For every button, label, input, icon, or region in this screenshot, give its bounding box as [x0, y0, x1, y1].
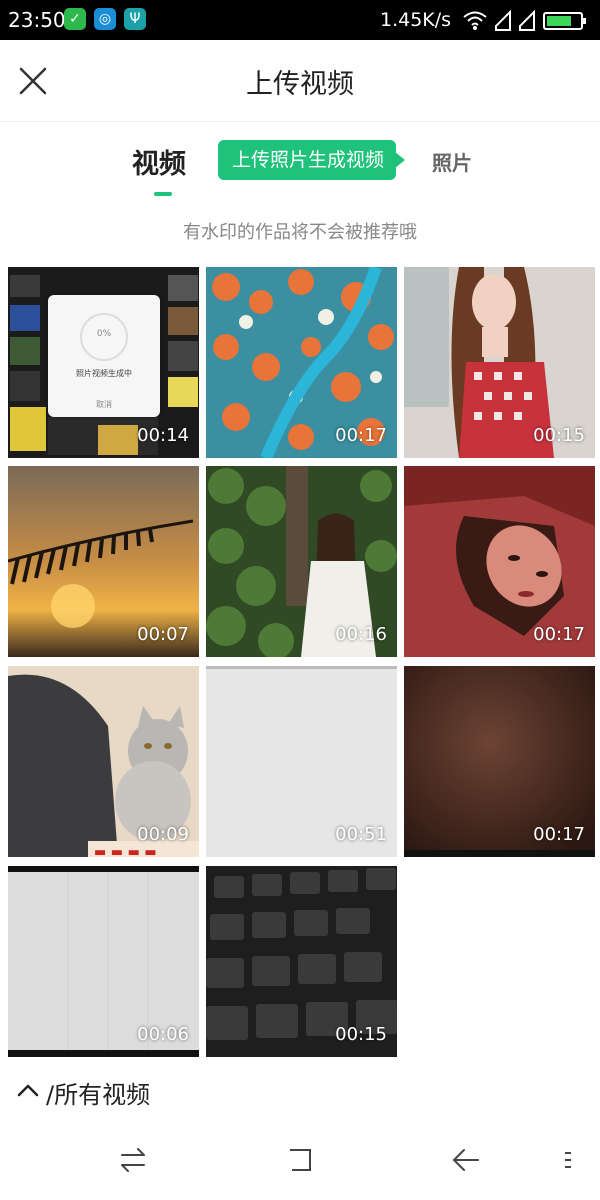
video-duration: 00:09	[137, 824, 189, 845]
svg-text:▬ ▬ ▬ ▬: ▬ ▬ ▬ ▬	[94, 845, 157, 857]
video-duration: 00:15	[335, 1024, 387, 1045]
video-duration: 00:06	[137, 1024, 189, 1045]
progress-ring: 0%	[80, 313, 128, 361]
wifi-icon	[463, 11, 487, 26]
upload-photo-badge[interactable]: 上传照片生成视频	[218, 140, 406, 180]
tab-video[interactable]: 视频	[132, 142, 186, 181]
status-time: 23:50	[8, 8, 66, 32]
video-tile[interactable]: 00:15	[404, 267, 595, 458]
video-tile[interactable]: 00:06	[8, 866, 199, 1057]
video-tile[interactable]: 0% 照片视频生成中 取消 00:14	[8, 267, 199, 458]
usb-icon: Ψ	[124, 8, 146, 30]
video-duration: 00:51	[335, 824, 387, 845]
battery-icon	[543, 12, 586, 30]
video-duration: 00:17	[335, 425, 387, 446]
video-tile[interactable]: 00:17	[404, 466, 595, 657]
back-icon[interactable]	[450, 1144, 482, 1176]
video-duration: 00:17	[533, 624, 585, 645]
progress-dialog: 0% 照片视频生成中 取消	[48, 295, 160, 417]
video-duration: 00:16	[335, 624, 387, 645]
video-tile[interactable]: 00:51	[206, 666, 397, 857]
signal-icon	[495, 9, 511, 31]
status-icons	[463, 9, 586, 31]
tab-indicator	[154, 192, 172, 196]
video-tile[interactable]: ▬ ▬ ▬ ▬ 00:09	[8, 666, 199, 857]
video-tile[interactable]: 00:07	[8, 466, 199, 657]
menu-icon[interactable]	[552, 1144, 584, 1176]
top-bar: 上传视频	[0, 40, 600, 122]
page-title: 上传视频	[246, 69, 354, 100]
video-tile[interactable]: 00:16	[206, 466, 397, 657]
video-tile[interactable]: 00:17	[404, 666, 595, 857]
home-icon[interactable]	[284, 1144, 316, 1176]
wechat-icon: ✓	[64, 8, 86, 30]
nav-bar	[0, 1120, 600, 1200]
progress-percent: 0%	[96, 329, 112, 339]
album-filter-label: /所有视频	[46, 1081, 151, 1109]
video-duration: 00:15	[533, 425, 585, 446]
video-tile[interactable]: 00:15	[206, 866, 397, 1057]
video-duration: 00:17	[533, 824, 585, 845]
switch-icon[interactable]	[117, 1144, 149, 1176]
progress-text: 照片视频生成中	[76, 369, 132, 378]
tab-photo[interactable]: 照片	[432, 147, 472, 176]
browser-icon: ◎	[94, 8, 116, 30]
status-bar: 23:50 ✓ ◎ Ψ 1.45K/s	[0, 0, 600, 40]
network-speed: 1.45K/s	[380, 9, 452, 31]
video-duration: 00:14	[137, 425, 189, 446]
watermark-hint: 有水印的作品将不会被推荐哦	[183, 222, 417, 243]
chevron-up-icon	[17, 1084, 39, 1097]
video-tile[interactable]: 00:17	[206, 267, 397, 458]
signal-icon	[519, 9, 535, 31]
progress-cancel-button[interactable]: 取消	[48, 399, 160, 410]
video-duration: 00:07	[137, 624, 189, 645]
tab-bar: 视频 上传照片生成视频 照片	[0, 122, 600, 202]
